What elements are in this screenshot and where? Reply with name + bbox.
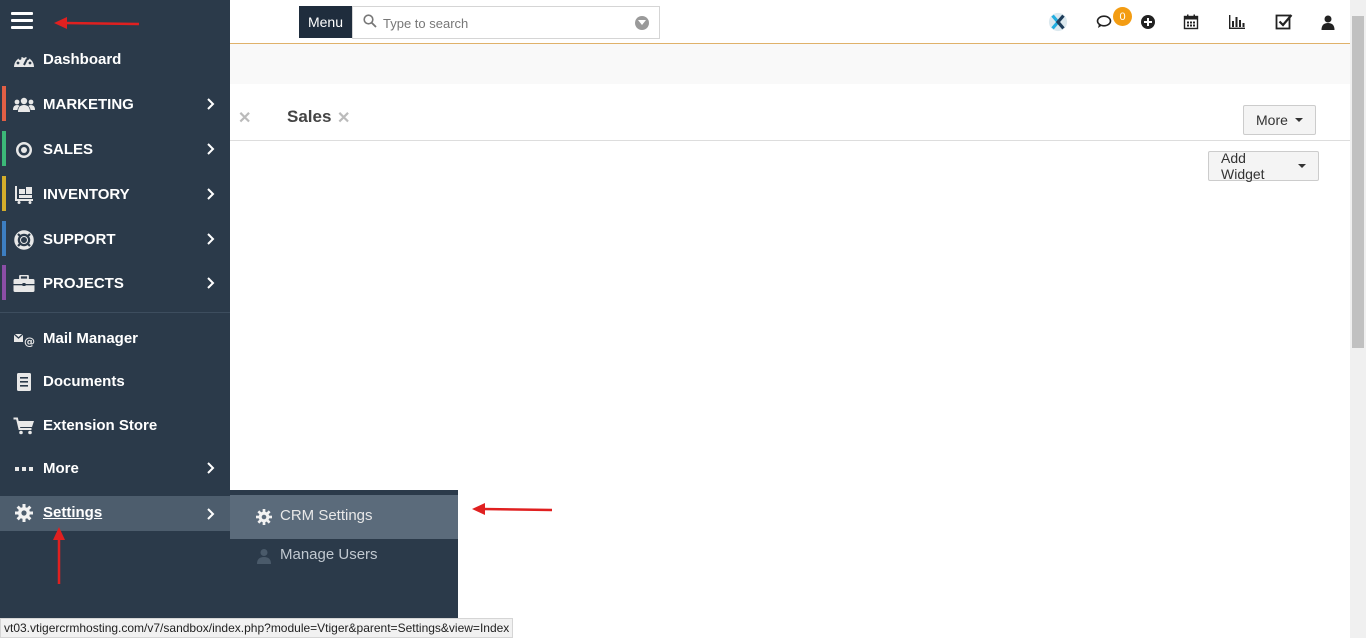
target-icon	[13, 140, 35, 160]
submenu-item-manage-users[interactable]: Manage Users	[230, 534, 458, 578]
chevron-right-icon	[207, 143, 215, 155]
sidebar-item-extension-store[interactable]: Extension Store	[0, 404, 230, 448]
menu-button[interactable]: Menu	[299, 6, 352, 38]
notification-badge: 0	[1113, 7, 1132, 26]
inventory-icon	[13, 185, 35, 205]
add-widget-label: Add Widget	[1221, 150, 1265, 182]
sidebar-item-marketing[interactable]: MARKETING	[0, 83, 230, 127]
hamburger-menu-icon[interactable]	[11, 12, 33, 30]
chat-icon[interactable]	[1095, 12, 1115, 32]
close-tab-icon[interactable]: ✕	[238, 108, 251, 128]
settings-submenu: CRM Settings Manage Users	[230, 490, 458, 638]
chevron-right-icon	[207, 508, 215, 520]
submenu-item-crm-settings[interactable]: CRM Settings	[230, 495, 458, 539]
search-icon	[363, 14, 377, 28]
annotation-arrow-left	[54, 17, 140, 29]
ellipsis-icon	[13, 459, 35, 479]
user-profile-icon[interactable]	[1318, 12, 1338, 32]
users-icon	[13, 95, 35, 115]
chevron-right-icon	[207, 188, 215, 200]
sidebar-item-settings[interactable]: Settings	[0, 496, 230, 531]
sidebar-item-label: PROJECTS	[43, 275, 124, 292]
chevron-right-icon	[207, 462, 215, 474]
annotation-arrow-up	[53, 527, 65, 584]
category-color-bar	[2, 265, 6, 300]
tasks-checkbox-icon[interactable]	[1274, 12, 1294, 32]
sidebar-item-label: SALES	[43, 141, 94, 158]
sidebar-item-label: Documents	[43, 373, 125, 390]
sidebar-item-dashboard[interactable]: Dashboard	[0, 38, 230, 82]
dashboard-tabs: ✕ Sales ✕ More	[230, 98, 1350, 141]
chevron-right-icon	[207, 98, 215, 110]
category-color-bar	[2, 86, 6, 121]
sidebar-item-label: Mail Manager	[43, 330, 139, 347]
vtiger-logo-icon[interactable]	[1048, 12, 1068, 32]
svg-text:@: @	[24, 335, 35, 347]
sidebar-item-label: SUPPORT	[43, 231, 116, 248]
lifebuoy-icon	[13, 230, 35, 250]
more-button[interactable]: More	[1243, 105, 1316, 135]
search-input[interactable]	[383, 13, 623, 33]
sidebar-item-support[interactable]: SUPPORT	[0, 218, 230, 262]
sidebar-item-label: Dashboard	[43, 51, 122, 68]
caret-down-icon	[1294, 118, 1303, 122]
sidebar-item-sales[interactable]: SALES	[0, 128, 230, 172]
sidebar-item-inventory[interactable]: INVENTORY	[0, 173, 230, 217]
category-color-bar	[2, 176, 6, 211]
browser-status-url: vt03.vtigercrmhosting.com/v7/sandbox/ind…	[0, 618, 514, 638]
sidebar-divider	[0, 312, 230, 313]
document-icon	[13, 372, 35, 392]
annotation-arrow-left	[472, 503, 553, 515]
tab-sales[interactable]: Sales	[287, 107, 331, 127]
chevron-right-icon	[207, 277, 215, 289]
gear-icon	[256, 509, 272, 525]
sidebar-menu: Dashboard MARKETING SALES INVENTORY SUPP…	[0, 0, 230, 638]
secondary-header	[230, 44, 1350, 84]
submenu-item-label: CRM Settings	[280, 507, 373, 524]
sidebar-item-projects[interactable]: PROJECTS	[0, 262, 230, 306]
close-tab-icon[interactable]: ✕	[337, 108, 350, 128]
sidebar-item-label: MARKETING	[43, 96, 134, 113]
category-color-bar	[2, 131, 6, 166]
search-options-dropdown-icon[interactable]	[635, 16, 649, 30]
category-color-bar	[2, 221, 6, 256]
chevron-right-icon	[207, 233, 215, 245]
global-search[interactable]	[352, 6, 660, 39]
sidebar-item-label: More	[43, 460, 79, 477]
submenu-item-label: Manage Users	[280, 546, 378, 563]
calendar-icon[interactable]	[1181, 12, 1201, 32]
reports-chart-icon[interactable]	[1227, 12, 1247, 32]
sidebar-item-mail-manager[interactable]: @ Mail Manager	[0, 317, 230, 361]
sidebar-item-label: Extension Store	[43, 417, 158, 434]
briefcase-icon	[13, 274, 35, 294]
gear-icon	[13, 503, 35, 523]
add-widget-button[interactable]: Add Widget	[1208, 150, 1319, 182]
sidebar-item-documents[interactable]: Documents	[0, 360, 230, 404]
dashboard-icon	[13, 50, 35, 70]
sidebar-item-label: Settings	[43, 504, 103, 521]
vertical-scrollbar[interactable]	[1350, 0, 1366, 638]
sidebar-item-label: INVENTORY	[43, 186, 130, 203]
user-icon	[257, 549, 271, 564]
sidebar-item-more[interactable]: More	[0, 447, 230, 491]
scrollbar-thumb[interactable]	[1352, 16, 1364, 348]
more-button-label: More	[1256, 112, 1288, 128]
mail-icon: @	[13, 329, 35, 349]
cart-icon	[13, 416, 35, 436]
caret-down-icon	[1298, 164, 1306, 168]
quick-create-icon[interactable]	[1138, 12, 1158, 32]
